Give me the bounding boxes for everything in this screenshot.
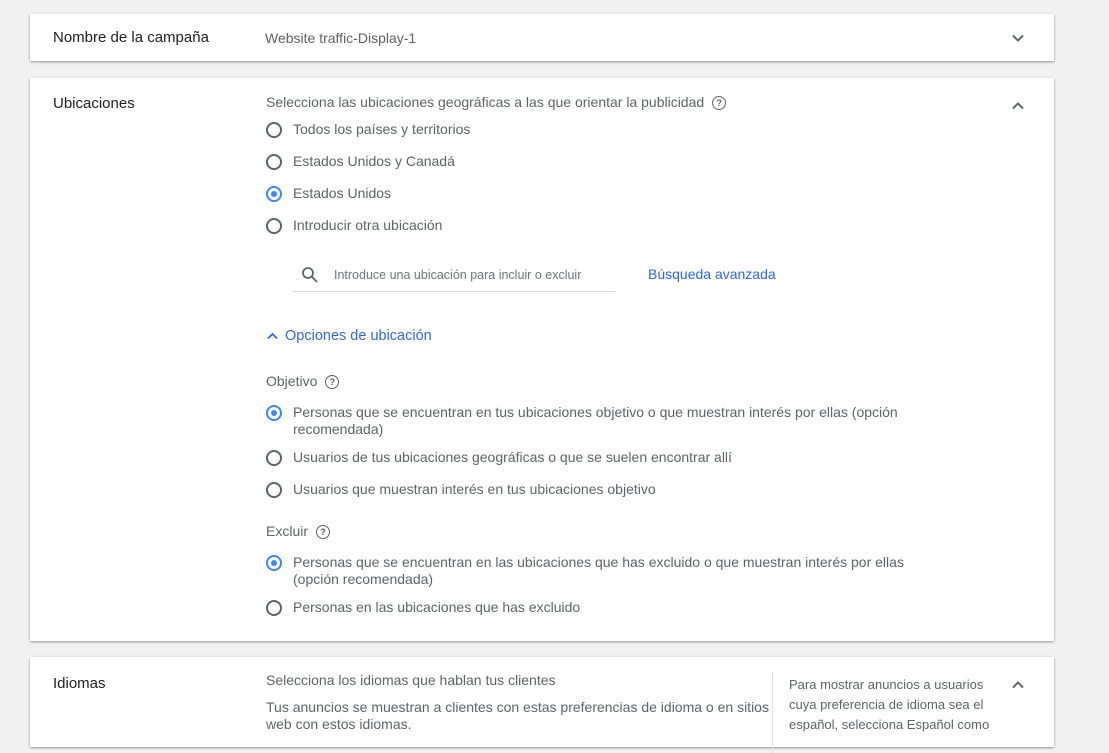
languages-prompt: Selecciona los idiomas que hablan tus cl… xyxy=(266,672,556,688)
radio-button-selected[interactable] xyxy=(266,405,282,421)
exclude-option-presence[interactable]: Personas en las ubicaciones que has excl… xyxy=(266,599,580,616)
location-option-other[interactable]: Introducir otra ubicación xyxy=(266,217,442,234)
chevron-up-icon[interactable] xyxy=(1010,98,1026,114)
location-options-toggle[interactable]: Opciones de ubicación xyxy=(266,328,432,344)
target-option-presence[interactable]: Usuarios de tus ubicaciones geográficas … xyxy=(266,449,732,466)
languages-description: Tus anuncios se muestran a clientes con … xyxy=(266,699,769,732)
help-icon[interactable]: ? xyxy=(316,525,331,540)
search-icon xyxy=(302,267,318,283)
radio-button[interactable] xyxy=(266,122,282,138)
location-options-label: Opciones de ubicación xyxy=(285,328,432,344)
exclude-option-presence-or-interest[interactable]: Personas que se encuentran en las ubicac… xyxy=(266,554,933,588)
location-option-us[interactable]: Estados Unidos xyxy=(266,185,391,202)
campaign-name-label: Nombre de la campaña xyxy=(53,29,209,46)
campaign-name-section[interactable]: Nombre de la campaña Website traffic-Dis… xyxy=(30,14,1054,61)
radio-button[interactable] xyxy=(266,450,282,466)
radio-button[interactable] xyxy=(266,154,282,170)
radio-label: Introducir otra ubicación xyxy=(293,217,443,233)
chevron-down-icon[interactable] xyxy=(1010,30,1026,46)
chevron-up-icon xyxy=(267,332,278,339)
locations-prompt: Selecciona las ubicaciones geográficas a… xyxy=(266,94,727,111)
exclude-label: Excluir xyxy=(266,523,309,539)
radio-button-selected[interactable] xyxy=(266,186,282,202)
campaign-name-value: Website traffic-Display-1 xyxy=(265,30,417,46)
radio-label: Personas que se encuentran en las ubicac… xyxy=(293,554,904,587)
languages-sidebar-note: Para mostrar anuncios a usuarios cuya pr… xyxy=(789,677,990,732)
location-option-all[interactable]: Todos los países y territorios xyxy=(266,121,470,138)
radio-label: Estados Unidos y Canadá xyxy=(293,153,455,169)
search-placeholder: Introduce una ubicación para incluir o e… xyxy=(334,268,582,282)
target-label: Objetivo xyxy=(266,373,318,389)
locations-section: Ubicaciones Selecciona las ubicaciones g… xyxy=(30,78,1054,641)
location-search-input[interactable]: Introduce una ubicación para incluir o e… xyxy=(293,261,615,292)
radio-button[interactable] xyxy=(266,482,282,498)
help-icon[interactable]: ? xyxy=(712,96,727,111)
divider xyxy=(772,673,773,753)
radio-label: Todos los países y territorios xyxy=(293,121,471,137)
radio-label: Usuarios de tus ubicaciones geográficas … xyxy=(293,449,732,465)
radio-label: Estados Unidos xyxy=(293,185,392,201)
locations-prompt-text: Selecciona las ubicaciones geográficas a… xyxy=(266,94,705,110)
help-icon[interactable]: ? xyxy=(325,375,340,390)
radio-label: Personas que se encuentran en tus ubicac… xyxy=(293,404,898,437)
advanced-search-link[interactable]: Búsqueda avanzada xyxy=(648,266,776,282)
target-option-presence-or-interest[interactable]: Personas que se encuentran en tus ubicac… xyxy=(266,404,933,438)
chevron-up-icon[interactable] xyxy=(1010,677,1026,693)
radio-label: Usuarios que muestran interés en tus ubi… xyxy=(293,481,656,497)
target-option-interest[interactable]: Usuarios que muestran interés en tus ubi… xyxy=(266,481,656,498)
locations-label: Ubicaciones xyxy=(53,95,135,112)
radio-button-selected[interactable] xyxy=(266,555,282,571)
radio-button[interactable] xyxy=(266,600,282,616)
target-heading: Objetivo? xyxy=(266,373,340,390)
location-option-us-canada[interactable]: Estados Unidos y Canadá xyxy=(266,153,455,170)
radio-label: Personas en las ubicaciones que has excl… xyxy=(293,599,581,615)
languages-label: Idiomas xyxy=(53,675,106,692)
exclude-heading: Excluir? xyxy=(266,523,331,540)
radio-button[interactable] xyxy=(266,218,282,234)
